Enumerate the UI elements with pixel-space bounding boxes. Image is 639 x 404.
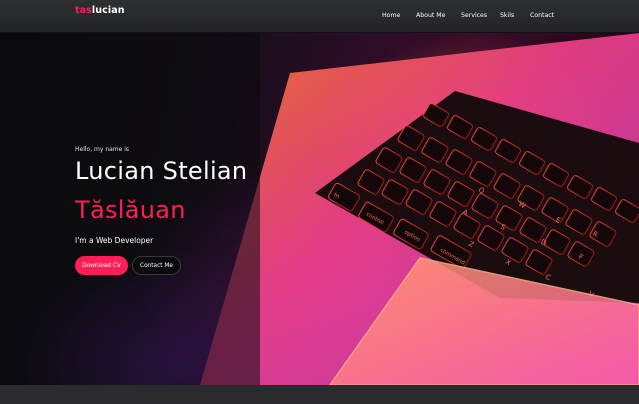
nav-contact[interactable]: Contact xyxy=(530,12,554,19)
contact-me-button[interactable]: Contact Me xyxy=(132,256,181,275)
nav-skills[interactable]: Skils xyxy=(500,12,514,19)
nav-links: Home About Me Services Skils Contact xyxy=(0,12,639,22)
hero-text: Hello, my name is Lucian Stelian Tăslăua… xyxy=(75,33,375,385)
hero-last-name: Tăslăuan xyxy=(75,196,186,224)
download-cv-button[interactable]: Download CV xyxy=(75,256,128,275)
nav-home[interactable]: Home xyxy=(382,12,400,19)
hero-role: I'm a Web Developer xyxy=(75,236,154,245)
hero-section: fn control option command Q W E R A S D … xyxy=(0,33,639,385)
next-section-strip xyxy=(0,385,639,404)
greeting-text: Hello, my name is xyxy=(75,146,130,153)
nav-services[interactable]: Services xyxy=(461,12,487,19)
nav-about-me[interactable]: About Me xyxy=(416,12,445,19)
navbar: taslucian Home About Me Services Skils C… xyxy=(0,0,639,33)
hero-first-name: Lucian Stelian xyxy=(75,157,248,185)
